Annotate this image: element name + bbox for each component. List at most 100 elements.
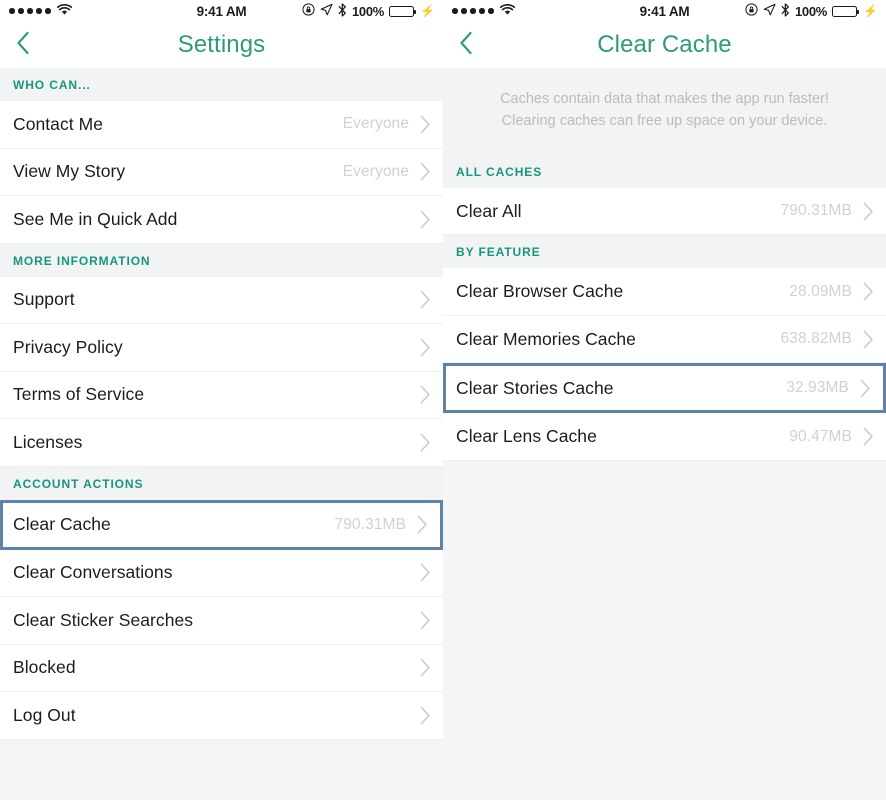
list-item-label: Privacy Policy bbox=[13, 336, 123, 357]
chevron-right-icon bbox=[420, 611, 431, 630]
chevron-right-icon bbox=[420, 385, 431, 404]
list-item-value: 790.31MB bbox=[334, 515, 406, 533]
chevron-right-icon bbox=[420, 115, 431, 134]
chevron-right-icon bbox=[417, 515, 428, 534]
section-list: Clear Cache 790.31MB Clear Conversations Cl… bbox=[0, 499, 443, 740]
settings-screen: 9:41 AM 100% ⚡ Settings WHO CAN... Conta… bbox=[0, 0, 443, 800]
list-item-label: Clear All bbox=[456, 200, 522, 221]
clear-cache-description: Caches contain data that makes the app r… bbox=[443, 68, 886, 155]
list-item-clear-browser-cache[interactable]: Clear Browser Cache 28.09MB bbox=[443, 268, 886, 316]
lightning-bolt-icon: ⚡ bbox=[420, 4, 435, 18]
list-item-clear-lens-cache[interactable]: Clear Lens Cache 90.47MB bbox=[443, 413, 886, 461]
list-item-value: Everyone bbox=[342, 115, 409, 133]
chevron-right-icon bbox=[863, 202, 874, 221]
list-item-blocked[interactable]: Blocked bbox=[0, 644, 443, 692]
list-item-view-my-story[interactable]: View My Story Everyone bbox=[0, 148, 443, 196]
clear-cache-list: ALL CACHES Clear All 790.31MB BY FEATURE Cle… bbox=[443, 154, 886, 461]
list-item-label: Support bbox=[13, 289, 75, 310]
list-item-label: Clear Memories Cache bbox=[456, 328, 636, 349]
list-item-clear-sticker-searches[interactable]: Clear Sticker Searches bbox=[0, 597, 443, 645]
chevron-left-icon bbox=[16, 31, 30, 60]
list-item-value: 28.09MB bbox=[789, 282, 852, 300]
section-list: Contact Me Everyone View My Story Everyone S… bbox=[0, 101, 443, 244]
chevron-right-icon bbox=[420, 290, 431, 309]
list-item-label: View My Story bbox=[13, 161, 126, 182]
page-title-settings: Settings bbox=[177, 31, 266, 58]
list-item-value: 638.82MB bbox=[780, 330, 852, 348]
list-item-clear-conversations[interactable]: Clear Conversations bbox=[0, 549, 443, 597]
list-item-label: Clear Conversations bbox=[13, 562, 173, 583]
status-bar-right-group: 100% ⚡ bbox=[302, 2, 435, 20]
list-item-clear-all[interactable]: Clear All 790.31MB bbox=[443, 187, 886, 236]
list-item-support[interactable]: Support bbox=[0, 276, 443, 324]
section-header-account-actions: ACCOUNT ACTIONS bbox=[0, 466, 443, 500]
bluetooth-icon-2 bbox=[781, 2, 790, 20]
location-arrow-icon bbox=[320, 3, 333, 19]
chevron-right-icon bbox=[420, 338, 431, 357]
section-header-more-information: MORE INFORMATION bbox=[0, 243, 443, 277]
back-button-settings[interactable] bbox=[0, 22, 46, 68]
wifi-icon-2 bbox=[499, 3, 515, 19]
list-item-licenses[interactable]: Licenses bbox=[0, 419, 443, 467]
list-item-terms-of-service[interactable]: Terms of Service bbox=[0, 371, 443, 419]
chevron-right-icon bbox=[863, 330, 874, 349]
chevron-right-icon bbox=[420, 210, 431, 229]
chevron-right-icon bbox=[863, 282, 874, 301]
list-item-label: Contact Me bbox=[13, 113, 103, 134]
chevron-right-icon bbox=[863, 427, 874, 446]
bluetooth-icon bbox=[338, 2, 347, 20]
battery-full-icon bbox=[389, 5, 417, 17]
list-item-value: 90.47MB bbox=[789, 427, 852, 445]
list-item-contact-me[interactable]: Contact Me Everyone bbox=[0, 101, 443, 149]
list-item-clear-stories-cache[interactable]: Clear Stories Cache 32.93MB bbox=[443, 363, 886, 414]
dual-screen-container: 9:41 AM 100% ⚡ Settings WHO CAN... Conta… bbox=[0, 0, 886, 800]
battery-percent-label-2: 100% bbox=[794, 3, 828, 19]
chevron-right-icon bbox=[860, 379, 871, 398]
list-item-see-me-in-quick-add[interactable]: See Me in Quick Add bbox=[0, 196, 443, 244]
chevron-right-icon bbox=[420, 706, 431, 725]
section-header-who-can: WHO CAN... bbox=[0, 68, 443, 101]
chevron-right-icon bbox=[420, 162, 431, 181]
status-bar-left-group bbox=[9, 3, 72, 19]
signal-strength-dots bbox=[9, 8, 51, 14]
list-item-label: Clear Cache bbox=[13, 514, 111, 534]
page-title-clear-cache: Clear Cache bbox=[597, 31, 732, 58]
list-item-label: Clear Sticker Searches bbox=[13, 609, 194, 630]
wifi-icon bbox=[56, 3, 72, 19]
list-item-log-out[interactable]: Log Out bbox=[0, 692, 443, 740]
section-list: Support Privacy Policy Terms of Service Lic… bbox=[0, 276, 443, 467]
rotation-lock-icon-2 bbox=[745, 3, 758, 19]
list-item-label: Blocked bbox=[13, 657, 76, 678]
list-item-label: See Me in Quick Add bbox=[13, 208, 178, 229]
list-item-clear-cache[interactable]: Clear Cache 790.31MB bbox=[0, 499, 443, 550]
clear-cache-screen: 9:41 AM 100% ⚡ Clear Cache Caches contai… bbox=[443, 0, 886, 800]
location-arrow-icon-2 bbox=[763, 3, 776, 19]
chevron-right-icon bbox=[420, 433, 431, 452]
nav-bar-right: Clear Cache bbox=[443, 22, 886, 68]
list-item-label: Clear Browser Cache bbox=[456, 281, 624, 302]
chevron-right-icon bbox=[420, 658, 431, 677]
rotation-lock-icon bbox=[302, 3, 315, 19]
status-bar-left: 9:41 AM 100% ⚡ bbox=[0, 0, 443, 22]
battery-full-icon-2 bbox=[832, 5, 860, 17]
chevron-left-icon-2 bbox=[459, 31, 473, 60]
list-item-clear-memories-cache[interactable]: Clear Memories Cache 638.82MB bbox=[443, 315, 886, 364]
list-item-label: Terms of Service bbox=[13, 384, 145, 405]
settings-list: WHO CAN... Contact Me Everyone View My Stor… bbox=[0, 68, 443, 740]
signal-strength-dots-2 bbox=[452, 8, 494, 14]
list-item-privacy-policy[interactable]: Privacy Policy bbox=[0, 324, 443, 372]
battery-percent-label: 100% bbox=[351, 3, 385, 19]
back-button-clear-cache[interactable] bbox=[443, 22, 489, 68]
lightning-bolt-icon-2: ⚡ bbox=[863, 4, 878, 18]
section-list: Clear All 790.31MB bbox=[443, 187, 886, 236]
list-item-value: Everyone bbox=[342, 162, 409, 180]
section-header-by-feature: BY FEATURE bbox=[443, 235, 886, 269]
section-header-all-caches: ALL CACHES bbox=[443, 154, 886, 188]
list-item-value: 32.93MB bbox=[786, 379, 849, 397]
chevron-right-icon bbox=[420, 563, 431, 582]
list-item-label: Log Out bbox=[13, 704, 76, 725]
status-bar-right-group-2: 100% ⚡ bbox=[745, 2, 878, 20]
list-item-label: Clear Stories Cache bbox=[456, 377, 614, 398]
nav-bar-left: Settings bbox=[0, 22, 443, 68]
list-item-label: Licenses bbox=[13, 431, 83, 452]
